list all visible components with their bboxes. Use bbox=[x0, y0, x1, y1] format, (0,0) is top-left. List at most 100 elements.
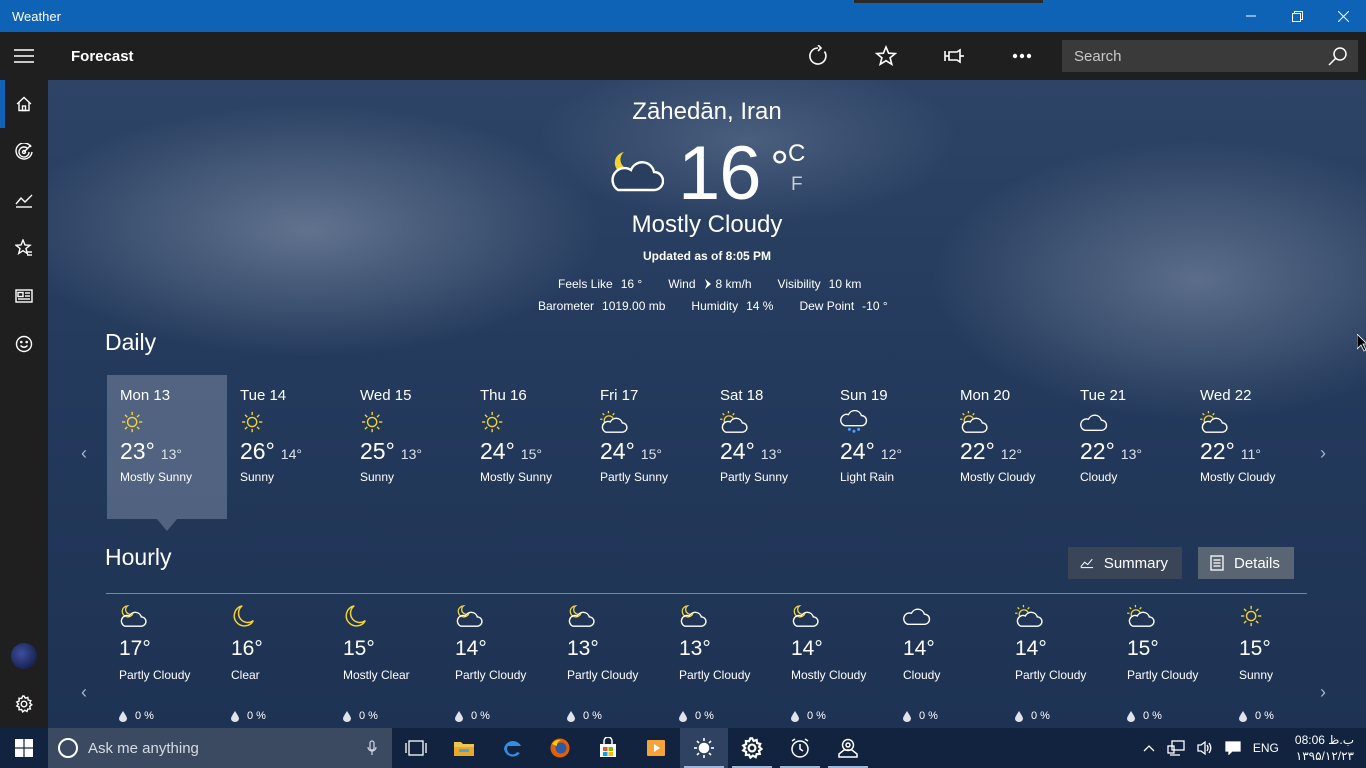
microphone-button[interactable] bbox=[352, 740, 392, 756]
visibility: Visibility 10 km bbox=[777, 277, 862, 291]
hourly-prev-button[interactable]: ‹ bbox=[81, 682, 87, 703]
hour-precip-value: 0 % bbox=[471, 710, 490, 722]
fahrenheit-toggle[interactable]: F bbox=[791, 174, 803, 196]
favorite-button[interactable] bbox=[858, 32, 914, 80]
details-button[interactable]: Details bbox=[1198, 547, 1294, 579]
action-center-button[interactable] bbox=[1219, 741, 1247, 755]
close-button[interactable] bbox=[1320, 0, 1366, 32]
minimize-button[interactable] bbox=[1228, 0, 1274, 32]
show-hidden-icons-button[interactable] bbox=[1137, 744, 1161, 752]
hour-condition: Mostly Cloudy bbox=[791, 668, 867, 682]
daily-day-item[interactable]: Sat 18 24° 13° Partly Sunny bbox=[707, 375, 827, 519]
refresh-button[interactable] bbox=[790, 32, 846, 80]
weather-taskbar-button[interactable] bbox=[680, 728, 728, 768]
partly-sunny-icon bbox=[600, 410, 628, 433]
hour-condition: Partly Cloudy bbox=[679, 668, 751, 682]
day-low: 12° bbox=[1000, 446, 1022, 462]
hour-weather-icon bbox=[1239, 604, 1339, 632]
day-temps: 24° 13° bbox=[720, 438, 827, 465]
day-condition: Partly Sunny bbox=[720, 470, 789, 484]
cortana-search bbox=[48, 728, 392, 768]
dew-point: Dew Point -10 ° bbox=[799, 299, 888, 313]
clock[interactable]: 08:06 ب.ظ ۱۳۹۵/۱۲/۲۳ bbox=[1285, 732, 1366, 764]
summary-button[interactable]: Summary bbox=[1068, 547, 1182, 579]
account-button[interactable] bbox=[0, 632, 48, 680]
menu-button[interactable] bbox=[0, 32, 48, 80]
daily-day-item[interactable]: Mon 20 22° 12° Mostly Cloudy bbox=[947, 375, 1067, 519]
file-explorer-button[interactable] bbox=[440, 728, 488, 768]
movies-tv-button[interactable] bbox=[632, 728, 680, 768]
nav-maps[interactable] bbox=[0, 128, 48, 176]
day-condition: Partly Sunny bbox=[600, 470, 669, 484]
celsius-toggle[interactable]: C bbox=[788, 140, 805, 168]
hour-weather-icon bbox=[1127, 604, 1227, 632]
start-button[interactable] bbox=[0, 728, 48, 768]
day-high: 24° bbox=[840, 438, 875, 464]
day-low: 13° bbox=[160, 446, 182, 462]
app-toolbar: Forecast bbox=[0, 32, 1366, 80]
nav-feedback[interactable] bbox=[0, 320, 48, 368]
network-button[interactable] bbox=[1161, 740, 1191, 756]
day-weather-icon bbox=[720, 410, 827, 440]
daily-day-item[interactable]: Wed 22 22° 11° Mostly Cloudy bbox=[1187, 375, 1307, 519]
more-button[interactable] bbox=[994, 32, 1050, 80]
hour-weather-icon bbox=[567, 604, 667, 632]
daily-prev-button[interactable]: ‹ bbox=[81, 443, 87, 464]
daily-day-item[interactable]: Tue 21 22° 13° Cloudy bbox=[1067, 375, 1187, 519]
volume-button[interactable] bbox=[1191, 740, 1219, 756]
task-view-button[interactable] bbox=[392, 728, 440, 768]
hour-temperature: 14° bbox=[903, 637, 935, 660]
cortana-search-input[interactable] bbox=[88, 739, 352, 757]
hour-weather-icon bbox=[679, 604, 779, 632]
more-icon bbox=[1012, 53, 1032, 59]
media-player-icon bbox=[647, 740, 665, 756]
nav-historical-weather[interactable] bbox=[0, 176, 48, 224]
restore-button[interactable] bbox=[1274, 0, 1320, 32]
partly-cloudy-night-icon bbox=[792, 605, 819, 627]
hour-weather-icon bbox=[903, 604, 1003, 632]
alarms-clock-button[interactable] bbox=[776, 728, 824, 768]
day-high: 22° bbox=[1200, 438, 1235, 464]
nav-forecast[interactable] bbox=[0, 80, 48, 128]
search-button[interactable] bbox=[1318, 40, 1358, 72]
raindrop-icon bbox=[1127, 710, 1135, 722]
search-input[interactable] bbox=[1074, 47, 1318, 65]
raindrop-icon bbox=[679, 710, 687, 722]
firefox-button[interactable] bbox=[536, 728, 584, 768]
daily-next-button[interactable]: › bbox=[1320, 443, 1326, 464]
store-button[interactable] bbox=[584, 728, 632, 768]
location-name: Zāhedān, Iran bbox=[632, 98, 782, 125]
daily-day-item[interactable]: Tue 14 26° 14° Sunny bbox=[227, 375, 347, 519]
feels-like: Feels Like 16 ° bbox=[558, 277, 643, 291]
settings-button[interactable] bbox=[0, 680, 48, 728]
edge-button[interactable] bbox=[488, 728, 536, 768]
daily-day-item[interactable]: Wed 15 25° 13° Sunny bbox=[347, 375, 467, 519]
pin-button[interactable] bbox=[926, 32, 982, 80]
weather-details-row2: Barometer 1019.00 mb Humidity 14 % Dew Poi… bbox=[538, 299, 888, 313]
hour-precipitation: 0 % bbox=[343, 710, 443, 722]
moon-clear-night-icon bbox=[345, 605, 366, 627]
maps-taskbar-button[interactable] bbox=[824, 728, 872, 768]
day-high: 24° bbox=[600, 438, 635, 464]
hour-condition: Partly Cloudy bbox=[1015, 668, 1087, 682]
settings-taskbar-button[interactable] bbox=[728, 728, 776, 768]
details-label: Details bbox=[1234, 554, 1280, 572]
day-high: 24° bbox=[720, 438, 755, 464]
day-low: 11° bbox=[1240, 446, 1261, 462]
summary-label: Summary bbox=[1103, 554, 1168, 572]
daily-day-item[interactable]: Fri 17 24° 15° Partly Sunny bbox=[587, 375, 707, 519]
daily-day-item[interactable]: Thu 16 24° 15° Mostly Sunny bbox=[467, 375, 587, 519]
daily-day-item[interactable]: Sun 19 24° 12° Light Rain bbox=[827, 375, 947, 519]
day-weather-icon bbox=[360, 410, 467, 440]
raindrop-icon bbox=[119, 710, 127, 722]
hour-condition: Clear bbox=[231, 668, 260, 682]
day-high: 22° bbox=[960, 438, 995, 464]
nav-places[interactable] bbox=[0, 224, 48, 272]
input-language-button[interactable]: ENG bbox=[1247, 741, 1285, 755]
settings-gear-icon bbox=[741, 737, 763, 759]
nav-news[interactable] bbox=[0, 272, 48, 320]
day-temps: 22° 12° bbox=[960, 438, 1067, 465]
refresh-icon bbox=[809, 45, 827, 65]
page-title: Forecast bbox=[71, 47, 134, 65]
daily-day-item[interactable]: Mon 13 23° 13° Mostly Sunny bbox=[107, 375, 227, 531]
